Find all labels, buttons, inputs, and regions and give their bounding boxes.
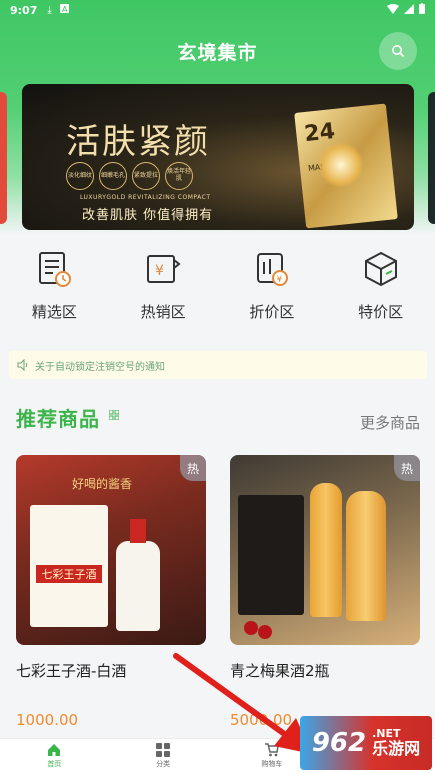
product-card[interactable]: 好喝的酱香 七彩王子酒 热 — [16, 455, 206, 645]
notice-bar[interactable]: 关于自动锁定注销空号的通知 — [9, 351, 427, 379]
banner-slogan: 改善肌肤 你值得拥有 — [82, 208, 214, 223]
promo-banner[interactable]: 活肤紧颜 淡化细纹 细嫩毛孔 紧致提拉 焕活年轻肌 LUXURYGOLD REV… — [22, 84, 414, 230]
box-icon — [364, 251, 397, 287]
download-icon: ⤓ — [47, 4, 52, 16]
banner-tag: 紧致提拉 — [132, 162, 160, 190]
carousel-next-card[interactable] — [428, 92, 435, 224]
quick-nav-hot[interactable]: ¥ 热销区 — [109, 250, 218, 340]
product-price: 1000.00 — [16, 711, 79, 729]
bottle-image — [310, 483, 342, 617]
carousel-prev-card[interactable] — [0, 92, 7, 224]
status-time: 9:07 — [10, 3, 38, 17]
svg-text:¥: ¥ — [155, 263, 164, 279]
gift-bag-image — [238, 495, 304, 615]
banner-subtitle: LUXURYGOLD REVITALIZING COMPACT — [80, 194, 211, 201]
wifi-icon — [387, 3, 399, 17]
tab-label: 首页 — [47, 760, 62, 768]
hot-badge: 热 — [180, 455, 206, 481]
tab-home[interactable]: 首页 — [0, 739, 109, 773]
product-headline: 好喝的酱香 — [72, 477, 133, 491]
quick-nav-special[interactable]: 特价区 — [326, 250, 435, 340]
tab-label: 分类 — [156, 760, 171, 768]
product-name[interactable]: 七彩王子酒-白酒 — [16, 660, 126, 681]
bottle-image — [346, 491, 386, 621]
svg-text:A: A — [62, 5, 68, 13]
banner-tag: 焕活年轻肌 — [165, 162, 193, 190]
battery-icon — [419, 3, 425, 17]
site-watermark-logo: 962 .NET 乐游网 — [300, 716, 432, 770]
quick-nav-label: 特价区 — [358, 303, 404, 321]
cherry-icon — [258, 625, 272, 639]
a-icon: A — [59, 4, 69, 16]
grid-small-icon — [109, 410, 119, 420]
section-title: 推荐商品 — [16, 407, 100, 431]
search-button[interactable] — [379, 32, 417, 70]
golden-drop-icon — [318, 142, 364, 188]
banner-tag: 淡化细纹 — [66, 162, 94, 190]
status-bar: 9:07 ⤓ A — [0, 0, 435, 20]
notice-text: 关于自动锁定注销空号的通知 — [35, 361, 165, 373]
quick-nav-label: 热销区 — [140, 303, 186, 321]
speaker-icon — [17, 359, 28, 371]
tab-label: 购物车 — [261, 760, 283, 768]
quick-nav-discount[interactable]: ¥ 折价区 — [218, 250, 327, 340]
quick-nav-selected[interactable]: 精选区 — [0, 250, 109, 340]
quick-nav-label: 精选区 — [31, 303, 77, 321]
discount-chart-icon: ¥ — [256, 253, 288, 286]
search-icon — [392, 45, 405, 58]
watermark-number: 962 — [311, 728, 367, 758]
svg-text:¥: ¥ — [276, 275, 282, 285]
wine-box-label: 七彩王子酒 — [36, 565, 102, 583]
quick-nav-label: 折价区 — [249, 303, 295, 321]
red-arrow-annotation — [173, 653, 312, 754]
home-icon — [48, 744, 61, 756]
quick-nav: 精选区 ¥ 热销区 ¥ 折价区 特价区 — [0, 250, 435, 340]
banner-tag: 细嫩毛孔 — [99, 162, 127, 190]
banner-tags: 淡化细纹 细嫩毛孔 紧致提拉 焕活年轻肌 — [66, 162, 193, 190]
banner-title: 活肤紧颜 — [66, 122, 210, 162]
document-clock-icon — [39, 252, 72, 287]
grid-icon — [156, 743, 171, 757]
more-products-link[interactable]: 更多商品 — [360, 412, 420, 433]
wine-bottle-image — [116, 519, 160, 631]
page-title: 玄境集市 — [177, 42, 258, 64]
hot-badge: 热 — [394, 455, 420, 481]
price-tag-icon: ¥ — [147, 255, 181, 283]
signal-icon — [404, 3, 414, 17]
watermark-text: 乐游网 — [372, 739, 421, 759]
cherry-icon — [244, 621, 258, 635]
product-card[interactable]: 热 — [230, 455, 420, 645]
wine-box-image: 七彩王子酒 — [30, 505, 108, 627]
